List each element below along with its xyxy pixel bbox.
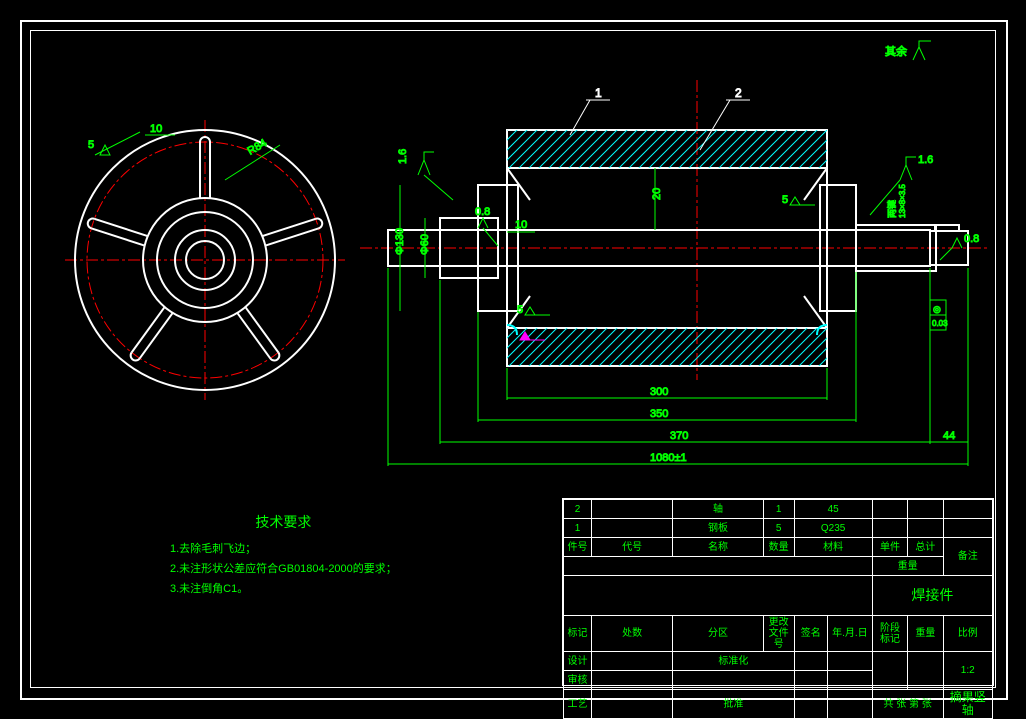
svg-text:0.03: 0.03 (932, 319, 948, 328)
svg-text:44: 44 (943, 430, 955, 442)
svg-text:5: 5 (782, 194, 788, 206)
svg-text:370: 370 (670, 430, 688, 442)
tech-req-item: 1.去除毛刺飞边； (170, 540, 397, 556)
svg-text:300: 300 (650, 386, 668, 398)
svg-text:1.6: 1.6 (918, 154, 933, 166)
svg-text:0.8: 0.8 (964, 233, 979, 245)
surface-note: 其余 (885, 44, 907, 58)
dim-5: 5 (88, 139, 94, 151)
svg-text:350: 350 (650, 408, 668, 420)
assembly-name: 焊接件 (872, 576, 992, 616)
svg-text:◎: ◎ (933, 304, 941, 314)
svg-text:5: 5 (517, 304, 523, 316)
svg-text:0.8: 0.8 (475, 206, 490, 218)
balloon-1: 1 (595, 86, 602, 100)
balloon-2: 2 (735, 86, 742, 100)
tech-req-title: 技术要求 (170, 512, 397, 532)
svg-text:两键: 两键 (886, 200, 897, 218)
svg-text:20: 20 (651, 188, 663, 200)
dim-10: 10 (150, 123, 162, 135)
svg-text:1080±1: 1080±1 (650, 452, 687, 464)
svg-text:13×8×3.5: 13×8×3.5 (898, 184, 907, 218)
svg-text:Φ130: Φ130 (394, 228, 406, 255)
tech-req-item: 2.未注形状公差应符合GB01804-2000的要求； (170, 560, 397, 576)
tech-requirements: 技术要求 1.去除毛刺飞边； 2.未注形状公差应符合GB01804-2000的要… (170, 512, 397, 600)
dimensions-group: 1.6 1.6 0.8 0.8 5 5 (388, 41, 979, 466)
svg-text:Φ60: Φ60 (419, 234, 431, 255)
svg-text:1.6: 1.6 (397, 149, 409, 164)
svg-text:10: 10 (515, 219, 527, 231)
title-block: 2 轴 1 45 1 钢板 5 Q235 件号 代号 名称 数量 材料 单件 总… (562, 498, 994, 686)
tech-req-item: 3.未注倒角C1。 (170, 580, 397, 596)
drawing-name: 摘果竖轴 (943, 690, 993, 719)
